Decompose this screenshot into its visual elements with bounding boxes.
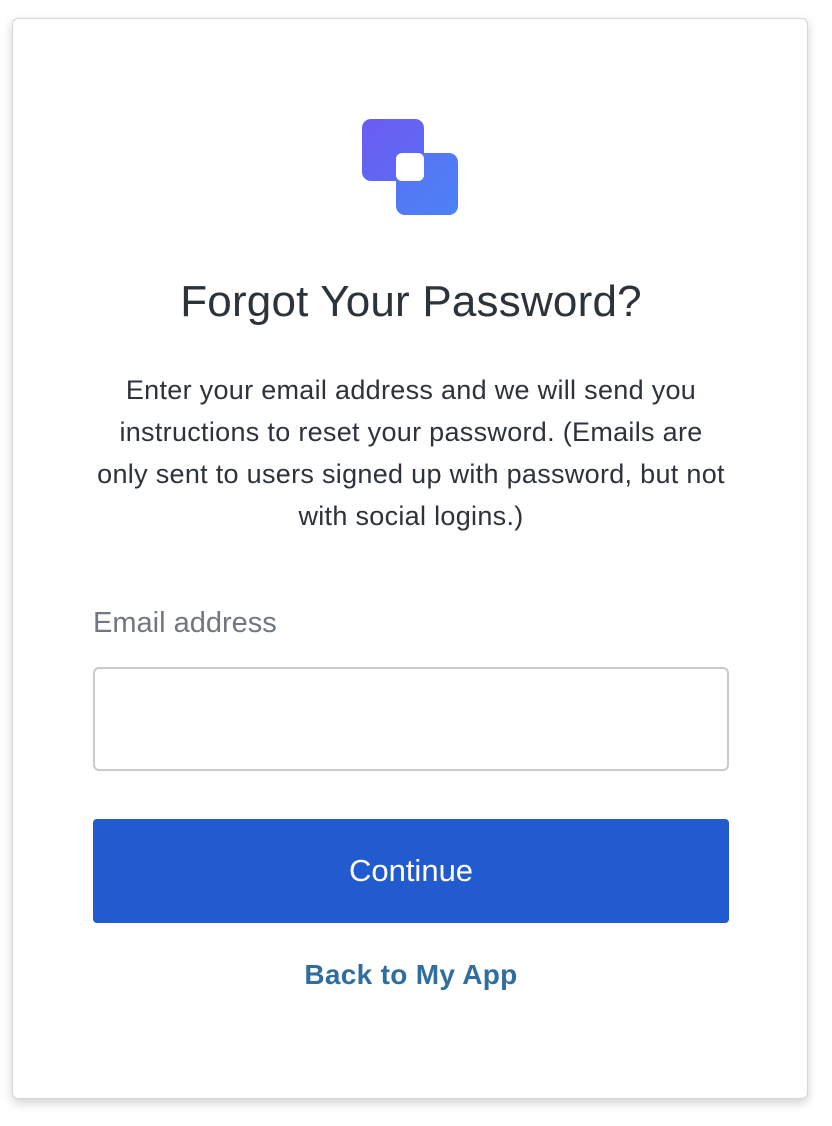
email-field-label: Email address — [93, 607, 277, 639]
forgot-password-card: Forgot Your Password? Enter your email a… — [12, 18, 808, 1099]
continue-button[interactable]: Continue — [93, 819, 729, 923]
instructions-text: Enter your email address and we will sen… — [97, 375, 725, 531]
back-to-app-link[interactable]: Back to My App — [13, 959, 809, 991]
page-title: Forgot Your Password? — [180, 277, 642, 326]
email-field[interactable] — [93, 667, 729, 771]
app-logo-icon — [362, 119, 458, 215]
